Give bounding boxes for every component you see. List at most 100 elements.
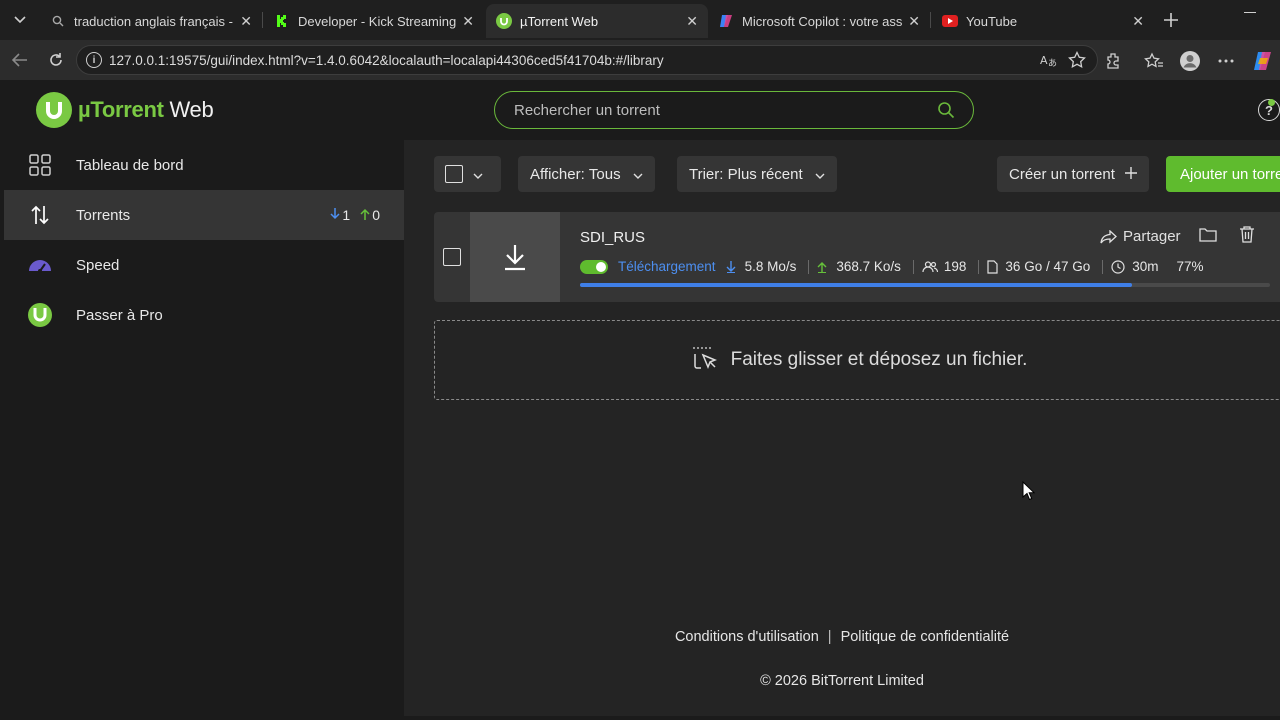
sidebar-item-torrents[interactable]: Torrents 1 0 [4, 190, 404, 240]
chevron-down-icon [815, 166, 825, 183]
tab-title: traduction anglais français - Re [74, 13, 234, 29]
add-torrent-button[interactable]: Ajouter un torrent [1166, 156, 1280, 192]
users-icon [922, 260, 938, 272]
select-all-dropdown[interactable] [434, 156, 501, 192]
create-torrent-button[interactable]: Créer un torrent [997, 156, 1149, 192]
translate-icon[interactable]: Aあ [1039, 50, 1059, 70]
dashboard-icon [28, 153, 52, 177]
copilot-icon[interactable] [1252, 50, 1274, 72]
browser-tab[interactable]: Developer - Kick Streaming ✕ [264, 4, 484, 38]
browser-tab[interactable]: traduction anglais français - Re ✕ [40, 4, 262, 38]
more-menu-icon[interactable] [1215, 50, 1237, 72]
chevron-down-icon [14, 16, 26, 24]
peers: 198 [922, 259, 967, 274]
torrent-stats: Téléchargement 5.8 Mo/s 368.7 Ko/s 198 3… [580, 259, 1204, 274]
footer-links: Conditions d'utilisation | Politique de … [404, 629, 1280, 645]
stat-divider [912, 259, 914, 274]
sidebar-item-speed[interactable]: Speed [4, 240, 404, 290]
stat-divider [808, 259, 810, 274]
site-info-icon[interactable]: i [86, 52, 102, 68]
new-tab-button[interactable] [1158, 7, 1184, 33]
select-all-checkbox[interactable] [445, 165, 463, 183]
browser-tab[interactable]: YouTube ✕ [932, 4, 1154, 38]
tab-actions-menu[interactable] [6, 7, 34, 33]
tab-divider [262, 12, 263, 28]
chevron-down-icon [473, 166, 483, 183]
close-icon[interactable]: ✕ [1132, 13, 1144, 30]
logo-wordmark: µTorrent Web [78, 97, 214, 122]
stat-divider [978, 259, 980, 274]
torrent-name: SDI_RUS [580, 229, 646, 246]
utorrent-logo-icon [28, 303, 52, 327]
torrent-toggle[interactable] [580, 259, 608, 274]
browser-tab-bar: traduction anglais français - Re ✕ Devel… [0, 0, 1280, 40]
close-icon[interactable]: ✕ [462, 13, 474, 30]
footer-separator: | [827, 629, 832, 645]
drop-zone-text: Faites glisser et déposez un fichier. [730, 349, 1028, 370]
youtube-icon [942, 13, 958, 29]
sidebar-item-upgrade-pro[interactable]: Passer à Pro [4, 290, 404, 340]
profile-avatar-icon[interactable] [1179, 50, 1201, 72]
terms-link[interactable]: Conditions d'utilisation [675, 629, 819, 645]
peers-value: 198 [943, 259, 967, 274]
browser-tab[interactable]: Microsoft Copilot : votre assista ✕ [708, 4, 930, 38]
search-icon[interactable] [937, 101, 955, 123]
share-button[interactable]: Partager [1100, 228, 1181, 245]
filter-value: Tous [588, 165, 621, 183]
search-placeholder: Rechercher un torrent [514, 101, 660, 119]
clock-icon [1111, 259, 1125, 274]
reload-button[interactable] [43, 48, 69, 72]
privacy-link[interactable]: Politique de confidentialité [841, 629, 1009, 645]
filter-dropdown[interactable]: Afficher: Tous [518, 156, 655, 192]
drag-drop-icon [692, 347, 717, 369]
stat-divider [1102, 259, 1104, 274]
close-icon[interactable]: ✕ [686, 13, 698, 30]
upload-speed: 368.7 Ko/s [817, 259, 901, 274]
favorite-star-icon[interactable] [1067, 50, 1087, 70]
close-icon[interactable]: ✕ [908, 13, 920, 30]
back-button[interactable] [7, 48, 33, 72]
trash-icon[interactable] [1239, 226, 1255, 247]
torrent-row[interactable]: SDI_RUS Partager Téléchargement 5.8 Mo/s [434, 212, 1280, 302]
svg-text:あ: あ [1048, 58, 1057, 68]
torrent-checkbox[interactable] [443, 248, 461, 266]
torrent-status: Téléchargement [618, 259, 716, 274]
minimize-window-button[interactable] [1244, 12, 1256, 13]
upload-speed-value: 368.7 Ko/s [836, 259, 901, 274]
close-icon[interactable]: ✕ [240, 13, 252, 30]
transfer-arrows-icon [28, 203, 52, 227]
sidebar-item-dashboard[interactable]: Tableau de bord [4, 140, 404, 190]
browser-tab-active[interactable]: µTorrent Web ✕ [486, 4, 708, 38]
download-speed-value: 5.8 Mo/s [744, 259, 797, 274]
create-torrent-label: Créer un torrent [1009, 165, 1115, 183]
sidebar-item-label: Speed [76, 256, 120, 274]
extensions-icon[interactable] [1102, 50, 1124, 72]
folder-icon[interactable] [1198, 227, 1217, 246]
drop-zone[interactable]: Faites glisser et déposez un fichier. [434, 320, 1280, 400]
percent-value: 77% [1176, 259, 1204, 274]
sort-label: Trier: [689, 165, 724, 183]
plus-icon [1124, 166, 1137, 183]
size-value: 36 Go / 47 Go [1005, 259, 1091, 274]
favorites-icon[interactable] [1143, 50, 1165, 72]
kick-icon [274, 13, 290, 29]
search-input[interactable]: Rechercher un torrent [494, 91, 974, 129]
utorrent-logo[interactable]: µTorrent Web [36, 92, 214, 128]
arrow-up-icon [817, 261, 827, 273]
copilot-icon [718, 13, 734, 29]
torrent-actions: Partager [1100, 226, 1255, 247]
add-torrent-label: Ajouter un torrent [1180, 165, 1280, 183]
sort-dropdown[interactable]: Trier: Plus récent [677, 156, 837, 192]
url-text: 127.0.0.1:19575/gui/index.html?v=1.4.0.6… [109, 52, 664, 68]
plus-icon [1164, 13, 1178, 27]
upload-count: 0 [372, 207, 380, 223]
address-bar[interactable]: i 127.0.0.1:19575/gui/index.html?v=1.4.0… [76, 45, 1098, 75]
utorrent-icon [496, 13, 512, 29]
utorrent-logo-icon [36, 92, 72, 128]
reload-icon [50, 53, 62, 66]
arrow-up-icon [360, 207, 370, 223]
eta-value: 30m [1132, 259, 1159, 274]
tab-title: Developer - Kick Streaming [298, 13, 457, 29]
filter-label: Afficher: [530, 165, 585, 183]
sidebar-item-label: Passer à Pro [76, 306, 163, 324]
